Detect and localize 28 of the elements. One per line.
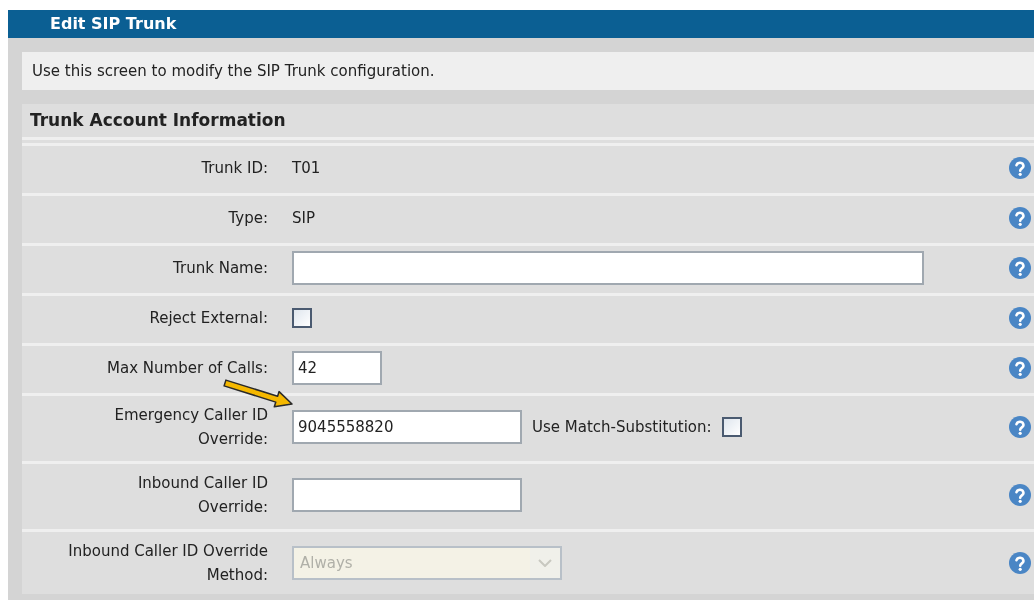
field-label: Emergency Caller ID Override: — [113, 405, 268, 450]
description-text: Use this screen to modify the SIP Trunk configuration. — [22, 52, 1034, 90]
help-icon[interactable] — [1008, 206, 1032, 230]
text-field[interactable] — [292, 251, 924, 285]
field-value: SIP — [292, 207, 315, 229]
page-title: Edit SIP Trunk — [8, 10, 1034, 38]
text-field[interactable] — [292, 478, 522, 512]
help-icon[interactable] — [1008, 551, 1032, 575]
text-field[interactable]: 42 — [292, 351, 382, 385]
field-label: Trunk ID: — [201, 158, 268, 179]
help-icon[interactable] — [1008, 356, 1032, 380]
field-value: T01 — [292, 157, 321, 179]
help-icon[interactable] — [1008, 415, 1032, 439]
help-icon[interactable] — [1008, 256, 1032, 280]
field-label: Max Number of Calls: — [107, 358, 268, 379]
help-icon[interactable] — [1008, 483, 1032, 507]
checkbox[interactable] — [721, 417, 742, 437]
field-label: Use Match-Substitution: — [532, 416, 712, 438]
field-label: Trunk Name: — [173, 258, 268, 279]
field-label: Reject External: — [149, 308, 268, 329]
field-label: Inbound Caller ID Override Method: — [68, 541, 268, 586]
caret-icon — [538, 559, 552, 567]
field-label: Type: — [228, 208, 268, 229]
checkbox[interactable] — [292, 308, 312, 328]
text-field[interactable]: 9045558820 — [292, 410, 522, 444]
field-label: Inbound Caller ID Override: — [136, 473, 268, 518]
help-icon[interactable] — [1008, 156, 1032, 180]
help-icon[interactable] — [1008, 306, 1032, 330]
